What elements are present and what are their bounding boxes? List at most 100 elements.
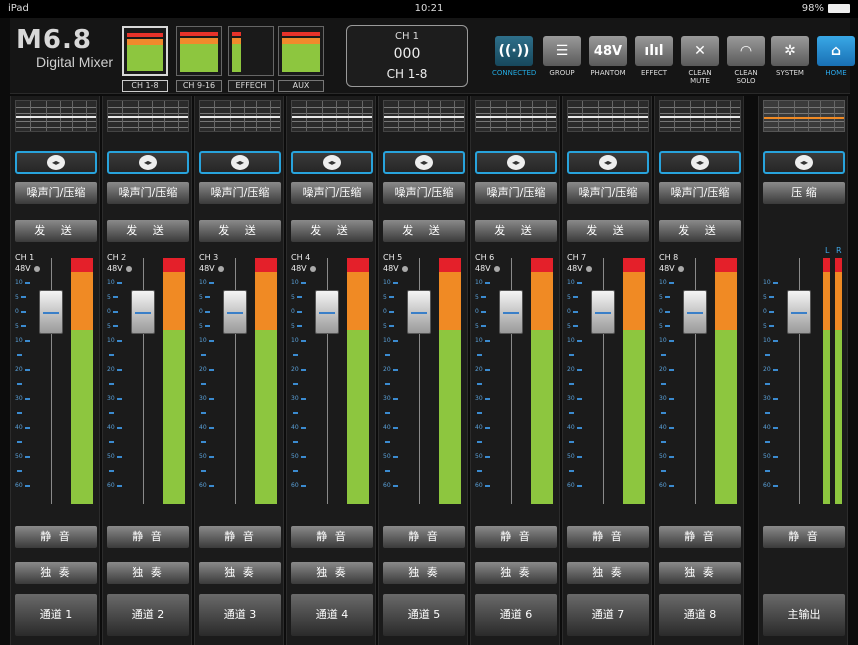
pan-control[interactable]: ◂▸: [659, 151, 741, 174]
mute-button[interactable]: 静 音: [659, 526, 741, 548]
pan-knob-icon[interactable]: ◂▸: [507, 155, 525, 170]
bank-4-button[interactable]: AUX: [278, 26, 324, 92]
pan-knob-icon[interactable]: ◂▸: [599, 155, 617, 170]
mute-button[interactable]: 静 音: [475, 526, 557, 548]
clean-mute-button[interactable]: ✕ CLEAN MUTE: [678, 36, 722, 85]
fader-handle[interactable]: [407, 290, 431, 334]
mute-button[interactable]: 静 音: [567, 526, 649, 548]
group-button[interactable]: ☰ GROUP: [540, 36, 584, 77]
send-button[interactable]: 发 送: [475, 220, 557, 242]
phantom-indicator[interactable]: [678, 266, 684, 272]
pan-knob-icon[interactable]: ◂▸: [691, 155, 709, 170]
solo-button[interactable]: 独 奏: [475, 562, 557, 584]
solo-button[interactable]: 独 奏: [199, 562, 281, 584]
send-button[interactable]: 发 送: [659, 220, 741, 242]
master-output-button[interactable]: 主输出: [763, 594, 845, 636]
gate-compressor-button[interactable]: 噪声门/压缩: [567, 182, 649, 204]
fader-handle[interactable]: [39, 290, 63, 334]
eq-graph[interactable]: [567, 100, 649, 132]
fader-handle[interactable]: [315, 290, 339, 334]
eq-graph[interactable]: [383, 100, 465, 132]
channel-name-button[interactable]: 通道 3: [199, 594, 281, 636]
mute-button[interactable]: 静 音: [383, 526, 465, 548]
compressor-button[interactable]: 压 缩: [763, 182, 845, 204]
send-button[interactable]: 发 送: [199, 220, 281, 242]
channel-name-button[interactable]: 通道 7: [567, 594, 649, 636]
phantom-indicator[interactable]: [34, 266, 40, 272]
mute-button[interactable]: 静 音: [107, 526, 189, 548]
gate-compressor-button[interactable]: 噪声门/压缩: [383, 182, 465, 204]
gate-compressor-button[interactable]: 噪声门/压缩: [107, 182, 189, 204]
effect-button[interactable]: ılıl EFFECT: [632, 36, 676, 77]
fader-handle[interactable]: [591, 290, 615, 334]
mute-button[interactable]: 静 音: [15, 526, 97, 548]
send-button[interactable]: 发 送: [15, 220, 97, 242]
channel-name-button[interactable]: 通道 5: [383, 594, 465, 636]
channel-name-button[interactable]: 通道 2: [107, 594, 189, 636]
phantom-indicator[interactable]: [586, 266, 592, 272]
pan-knob-icon[interactable]: ◂▸: [795, 155, 813, 170]
system-button[interactable]: ✲ SYSTEM: [768, 36, 812, 77]
send-button[interactable]: 发 送: [567, 220, 649, 242]
fader-handle[interactable]: [787, 290, 811, 334]
phantom-indicator[interactable]: [402, 266, 408, 272]
gate-compressor-button[interactable]: 噪声门/压缩: [199, 182, 281, 204]
eq-graph[interactable]: [659, 100, 741, 132]
pan-knob-icon[interactable]: ◂▸: [415, 155, 433, 170]
connected-button[interactable]: ((·)) CONNECTED: [492, 36, 536, 77]
solo-button[interactable]: 独 奏: [107, 562, 189, 584]
compressor-graph[interactable]: [763, 100, 845, 132]
channel-name-button[interactable]: 通道 4: [291, 594, 373, 636]
phantom-indicator[interactable]: [218, 266, 224, 272]
phantom-indicator[interactable]: [310, 266, 316, 272]
channel-name-button[interactable]: 通道 6: [475, 594, 557, 636]
phantom-button[interactable]: 48V PHANTOM: [586, 36, 630, 77]
phantom-indicator[interactable]: [126, 266, 132, 272]
pan-control[interactable]: ◂▸: [383, 151, 465, 174]
eq-graph[interactable]: [475, 100, 557, 132]
pan-knob-icon[interactable]: ◂▸: [231, 155, 249, 170]
pan-control[interactable]: ◂▸: [15, 151, 97, 174]
pan-control[interactable]: ◂▸: [475, 151, 557, 174]
solo-button[interactable]: 独 奏: [567, 562, 649, 584]
eq-graph[interactable]: [199, 100, 281, 132]
pan-knob-icon[interactable]: ◂▸: [139, 155, 157, 170]
send-button[interactable]: 发 送: [291, 220, 373, 242]
eq-graph[interactable]: [15, 100, 97, 132]
pan-control[interactable]: ◂▸: [567, 151, 649, 174]
gate-compressor-button[interactable]: 噪声门/压缩: [291, 182, 373, 204]
channel-name-button[interactable]: 通道 1: [15, 594, 97, 636]
scale-tick: [763, 353, 770, 359]
bank-3-button[interactable]: EFFECH: [228, 26, 274, 92]
pan-knob-icon[interactable]: ◂▸: [323, 155, 341, 170]
gate-compressor-button[interactable]: 噪声门/压缩: [475, 182, 557, 204]
gate-compressor-button[interactable]: 噪声门/压缩: [15, 182, 97, 204]
solo-button[interactable]: 独 奏: [383, 562, 465, 584]
home-button[interactable]: ⌂ HOME: [814, 36, 858, 77]
send-button[interactable]: 发 送: [107, 220, 189, 242]
phantom-indicator[interactable]: [494, 266, 500, 272]
bank-1-button[interactable]: CH 1-8: [122, 26, 168, 92]
fader-handle[interactable]: [131, 290, 155, 334]
pan-knob-icon[interactable]: ◂▸: [47, 155, 65, 170]
solo-button[interactable]: 独 奏: [291, 562, 373, 584]
eq-graph[interactable]: [107, 100, 189, 132]
pan-control[interactable]: ◂▸: [199, 151, 281, 174]
solo-button[interactable]: 独 奏: [15, 562, 97, 584]
gate-compressor-button[interactable]: 噪声门/压缩: [659, 182, 741, 204]
send-button[interactable]: 发 送: [383, 220, 465, 242]
eq-graph[interactable]: [291, 100, 373, 132]
solo-button[interactable]: 独 奏: [659, 562, 741, 584]
channel-name-button[interactable]: 通道 8: [659, 594, 741, 636]
fader-handle[interactable]: [683, 290, 707, 334]
master-mute-button[interactable]: 静 音: [763, 526, 845, 548]
mute-button[interactable]: 静 音: [199, 526, 281, 548]
pan-control[interactable]: ◂▸: [763, 151, 845, 174]
fader-handle[interactable]: [499, 290, 523, 334]
pan-control[interactable]: ◂▸: [107, 151, 189, 174]
clean-solo-button[interactable]: ◠ CLEAN SOLO: [724, 36, 768, 85]
fader-handle[interactable]: [223, 290, 247, 334]
pan-control[interactable]: ◂▸: [291, 151, 373, 174]
bank-2-button[interactable]: CH 9-16: [176, 26, 222, 92]
mute-button[interactable]: 静 音: [291, 526, 373, 548]
